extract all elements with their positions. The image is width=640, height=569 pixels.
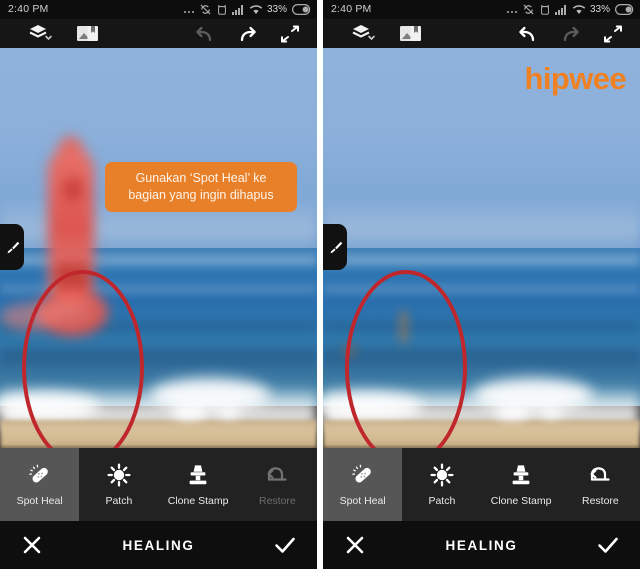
tool-label: Patch [105, 495, 133, 507]
battery-percent: 33% [589, 3, 610, 15]
tool-patch[interactable]: Patch [402, 448, 481, 521]
brush-icon [7, 241, 19, 253]
subject-accent [64, 178, 82, 200]
status-icons: 33% [183, 1, 312, 18]
redo-button[interactable] [550, 19, 590, 48]
confirm-button[interactable] [576, 535, 640, 555]
expand-button[interactable] [269, 19, 311, 48]
close-icon [23, 536, 41, 554]
cancel-button[interactable] [323, 535, 387, 555]
tooltip-line-1: Gunakan ‘Spot Heal’ ke [135, 171, 267, 185]
tool-label: Spot Heal [16, 495, 63, 507]
foam-spot [172, 406, 206, 420]
restore-arrow-icon [587, 462, 613, 488]
sync-off-icon [522, 3, 535, 16]
photo-canvas-after[interactable]: hipwee [323, 48, 640, 448]
confirm-button[interactable] [253, 535, 317, 555]
patch-sun-icon [107, 462, 131, 488]
foam-spot [218, 408, 240, 418]
foam-spot [541, 408, 563, 418]
tool-label: Restore [581, 495, 619, 507]
tool-label: Spot Heal [339, 495, 386, 507]
redo-button[interactable] [227, 19, 267, 48]
close-icon [346, 536, 364, 554]
status-icons: 33% [506, 1, 635, 18]
more-dots-icon [506, 4, 518, 16]
screenshot-stage: 2:40 PM 33% Gunakan ‘Spot Heal’ ke bagia… [0, 0, 640, 569]
brush-tool-tab[interactable] [323, 224, 347, 270]
bottom-bar-before: HEALING [0, 521, 317, 569]
expand-button[interactable] [592, 19, 634, 48]
brush-icon [330, 241, 342, 253]
brush-tool-tab[interactable] [0, 224, 24, 270]
horizon-haze [323, 198, 640, 254]
alarm-icon [216, 4, 228, 16]
stamp-icon [186, 462, 210, 488]
alarm-icon [539, 4, 551, 16]
tool-label: Clone Stamp [167, 495, 229, 507]
bandage-icon [350, 462, 376, 488]
mode-title: HEALING [445, 537, 518, 553]
cellular-signal-icon [231, 4, 245, 15]
watermark: hipwee [524, 61, 627, 96]
wifi-icon [572, 4, 586, 15]
tool-strip-before: Spot Heal Patch Clone Stamp Restore [0, 448, 317, 521]
photo-button[interactable] [391, 19, 431, 48]
tool-patch[interactable]: Patch [79, 448, 158, 521]
stamp-icon [509, 462, 533, 488]
tooltip-line-2: bagian yang ingin dihapus [128, 187, 274, 202]
sync-off-icon [199, 3, 212, 16]
instruction-tooltip: Gunakan ‘Spot Heal’ ke bagian yang ingin… [105, 162, 297, 212]
layers-button[interactable] [341, 19, 385, 48]
tool-strip-after: Spot Heal Patch Clone Stamp Restore [323, 448, 640, 521]
battery-icon [292, 4, 312, 15]
photo-button[interactable] [68, 19, 108, 48]
photo-canvas-before[interactable]: Gunakan ‘Spot Heal’ ke bagian yang ingin… [0, 48, 317, 448]
more-dots-icon [183, 4, 195, 16]
tool-clone-stamp[interactable]: Clone Stamp [482, 448, 561, 521]
top-toolbar [323, 19, 640, 48]
tool-clone-stamp[interactable]: Clone Stamp [159, 448, 238, 521]
patch-sun-icon [430, 462, 454, 488]
tool-restore[interactable]: Restore [238, 448, 317, 521]
check-icon [598, 537, 618, 553]
battery-icon [615, 4, 635, 15]
tool-restore[interactable]: Restore [561, 448, 640, 521]
wave-foam [150, 378, 270, 412]
status-time: 2:40 PM [331, 3, 372, 15]
cancel-button[interactable] [0, 535, 64, 555]
battery-percent: 33% [266, 3, 287, 15]
restore-arrow-icon [264, 462, 290, 488]
wave-foam [473, 378, 593, 412]
ocean-band [323, 254, 640, 266]
wifi-icon [249, 4, 263, 15]
bottom-bar-after: HEALING [323, 521, 640, 569]
status-bar: 2:40 PM 33% [323, 0, 640, 19]
undo-button[interactable] [508, 19, 548, 48]
check-icon [275, 537, 295, 553]
tool-label: Clone Stamp [490, 495, 552, 507]
layers-button[interactable] [18, 19, 62, 48]
top-toolbar [0, 19, 317, 48]
tool-label: Patch [428, 495, 456, 507]
panel-after: 2:40 PM 33% hipwee Spot Heal Patch Clone… [323, 0, 640, 569]
tool-spot-heal[interactable]: Spot Heal [0, 448, 80, 521]
status-bar: 2:40 PM 33% [0, 0, 317, 19]
panel-before: 2:40 PM 33% Gunakan ‘Spot Heal’ ke bagia… [0, 0, 317, 569]
foam-spot [495, 406, 529, 420]
bandage-icon [27, 462, 53, 488]
undo-button[interactable] [185, 19, 225, 48]
status-time: 2:40 PM [8, 3, 49, 15]
cellular-signal-icon [554, 4, 568, 15]
tool-label: Restore [258, 495, 296, 507]
tool-spot-heal[interactable]: Spot Heal [323, 448, 403, 521]
mode-title: HEALING [122, 537, 195, 553]
